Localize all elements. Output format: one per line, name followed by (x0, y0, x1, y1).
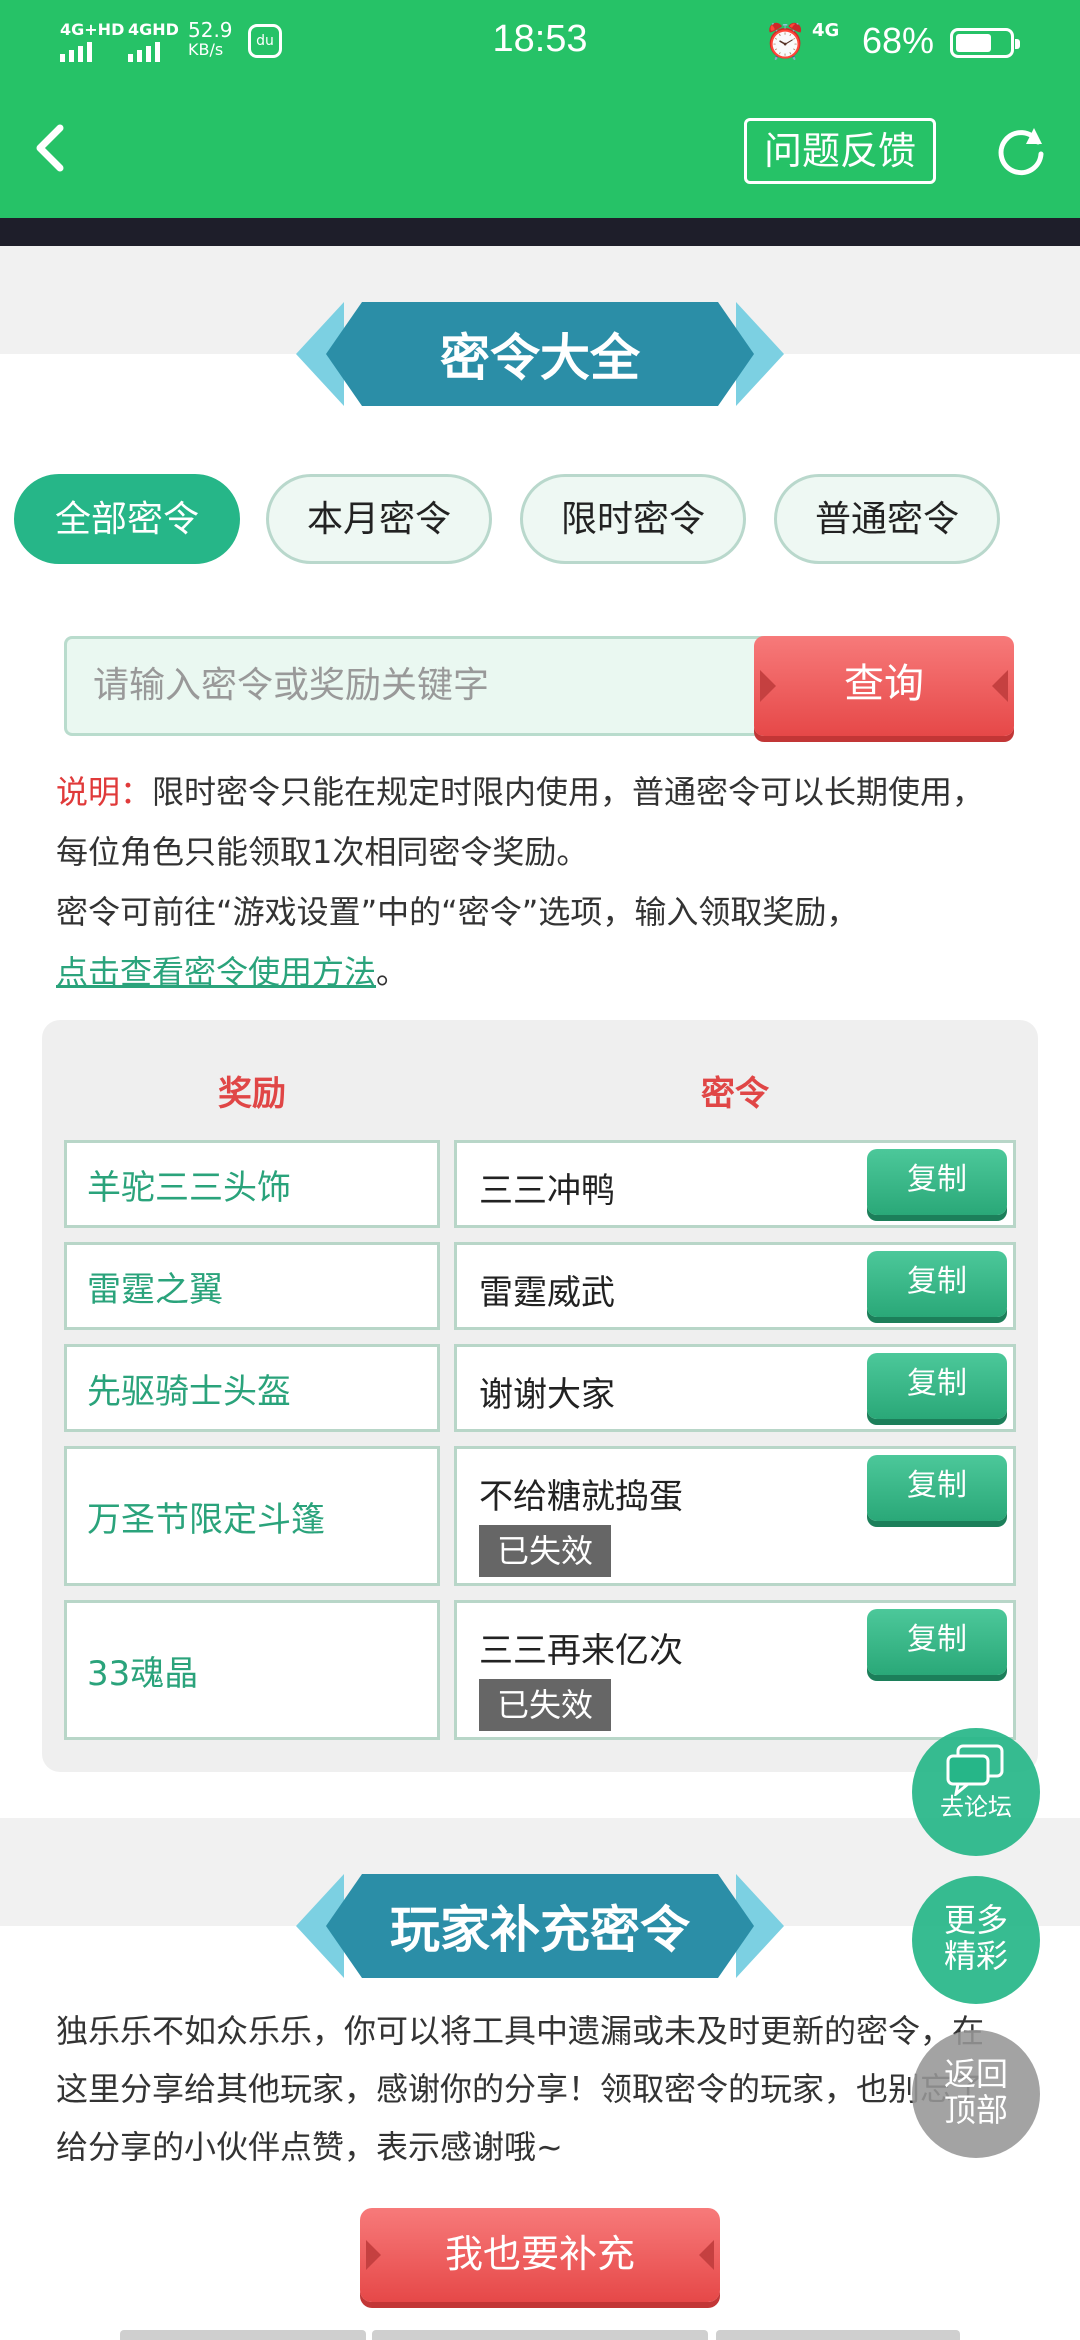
chat-bubbles-icon (946, 1744, 1004, 1798)
status-bar: 4G+HD 4GHD 52.9 KB/s du 18:53 ⏰ 4G 68% (0, 0, 1080, 88)
code-cell: 三三冲鸭 复制 (454, 1140, 1016, 1228)
app-header: 4G+HD 4GHD 52.9 KB/s du 18:53 ⏰ 4G 68% 问… (0, 0, 1080, 218)
description-tail: 。 (376, 953, 409, 991)
code-cell: 谢谢大家 复制 (454, 1344, 1016, 1432)
tab-limited[interactable]: 限时密令 (520, 474, 746, 564)
forum-button[interactable]: 去论坛 (912, 1728, 1040, 1856)
section-title-banner: 密令大全 (296, 302, 784, 406)
reward-cell: 万圣节限定斗篷 (64, 1446, 440, 1586)
copy-button[interactable]: 复制 (867, 1455, 1007, 1521)
battery-percent: 68% (862, 20, 935, 61)
alarm-icon: ⏰ (764, 22, 807, 62)
expired-badge: 已失效 (479, 1679, 611, 1731)
code-cell: 三三再来亿次 复制 已失效 (454, 1600, 1016, 1740)
reward-cell: 先驱骑士头盔 (64, 1344, 440, 1432)
table-header-code: 密令 (701, 1074, 769, 1114)
back-to-top-button[interactable]: 返回 顶部 (912, 2030, 1040, 2158)
description-text-1: 限时密令只能在规定时限内使用，普通密令可以长期使用，每位角色只能领取1次相同密令… (56, 773, 985, 871)
section-title: 密令大全 (326, 302, 754, 406)
feedback-button[interactable]: 问题反馈 (744, 118, 936, 184)
more-line-1: 更多 (943, 1901, 1008, 1939)
copy-button[interactable]: 复制 (867, 1353, 1007, 1419)
description-text-2: 密令可前往“游戏设置”中的“密令”选项，输入领取奖励， (56, 893, 859, 931)
back-button[interactable] (30, 118, 80, 184)
refresh-icon (998, 128, 1044, 176)
page-top-image-strip (0, 218, 1080, 246)
top-line-1: 返回 (943, 2055, 1008, 2093)
more-button[interactable]: 更多 精彩 (912, 1876, 1040, 2004)
search-button[interactable]: 查询 (754, 636, 1014, 736)
more-line-2: 精彩 (943, 1937, 1008, 1975)
bottom-tab[interactable] (120, 2330, 366, 2340)
description: 说明：限时密令只能在规定时限内使用，普通密令可以长期使用，每位角色只能领取1次相… (56, 762, 1016, 1002)
section-title-banner: 玩家补充密令 (296, 1874, 784, 1978)
reward-cell: 33魂晶 (64, 1600, 440, 1740)
battery-icon (950, 28, 1020, 58)
code-text: 三三冲鸭 (479, 1171, 615, 1211)
expired-badge: 已失效 (479, 1525, 611, 1577)
search-input[interactable]: 请输入密令或奖励关键字 (64, 636, 776, 736)
table-header-reward: 奖励 (218, 1074, 286, 1114)
forum-label: 去论坛 (940, 1793, 1012, 1821)
code-cell: 雷霆威武 复制 (454, 1242, 1016, 1330)
tab-this-month[interactable]: 本月密令 (266, 474, 492, 564)
description-label: 说明： (56, 773, 153, 811)
bottom-tab[interactable] (716, 2330, 960, 2340)
top-line-2: 顶部 (943, 2091, 1008, 2129)
copy-button[interactable]: 复制 (867, 1149, 1007, 1215)
tab-all[interactable]: 全部密令 (14, 474, 240, 564)
refresh-button[interactable] (994, 124, 1048, 178)
usage-help-link[interactable]: 点击查看密令使用方法 (56, 953, 376, 991)
copy-button[interactable]: 复制 (867, 1251, 1007, 1317)
battery-fill (956, 34, 992, 52)
back-chevron-icon (36, 124, 64, 172)
bottom-tab[interactable] (372, 2330, 708, 2340)
reward-cell: 羊驼三三头饰 (64, 1140, 440, 1228)
code-text: 三三再来亿次 (479, 1631, 683, 1671)
code-text: 谢谢大家 (479, 1375, 615, 1415)
code-text: 雷霆威武 (479, 1273, 615, 1313)
network-type: 4G (812, 20, 840, 41)
section-title: 玩家补充密令 (326, 1874, 754, 1978)
add-code-button[interactable]: 我也要补充 (360, 2208, 720, 2302)
reward-cell: 雷霆之翼 (64, 1242, 440, 1330)
code-text: 不给糖就捣蛋 (479, 1477, 683, 1517)
tab-normal[interactable]: 普通密令 (774, 474, 1000, 564)
share-description: 独乐乐不如众乐乐，你可以将工具中遗漏或未及时更新的密令，在这里分享给其他玩家，感… (56, 2012, 985, 2166)
code-cell: 不给糖就捣蛋 复制 已失效 (454, 1446, 1016, 1586)
copy-button[interactable]: 复制 (867, 1609, 1007, 1675)
